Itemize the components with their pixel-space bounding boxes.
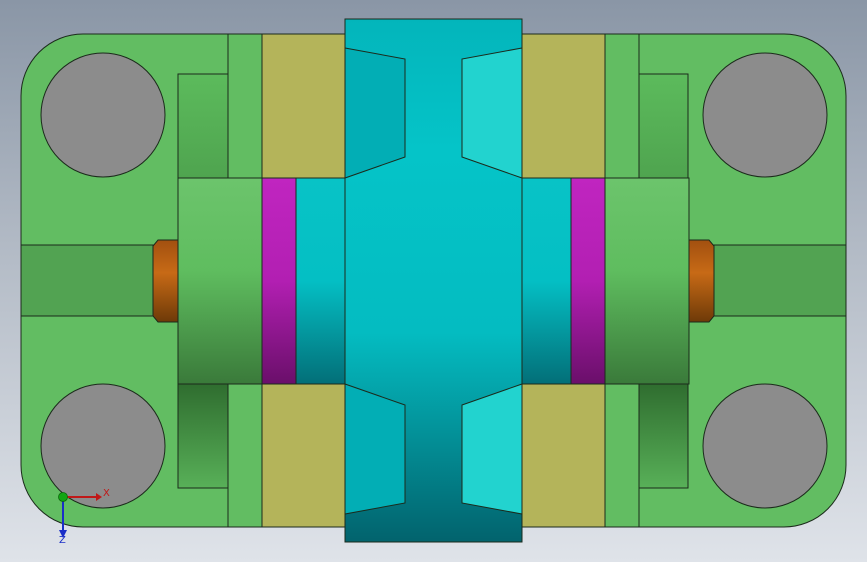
left-upper-inner-block	[227, 33, 263, 179]
hub-pocket-top-right	[461, 47, 523, 179]
left-cylinder[interactable]	[177, 177, 263, 385]
right-lower-slot	[638, 383, 689, 489]
bolt-hole-top-right[interactable]	[702, 52, 828, 178]
bolt-hole-top-left[interactable]	[40, 52, 166, 178]
left-lower-plate[interactable]	[261, 383, 346, 528]
left-lower-slot	[177, 383, 229, 489]
right-cylinder[interactable]	[604, 177, 690, 385]
right-lower-plate[interactable]	[521, 383, 606, 528]
bolt-hole-bottom-right[interactable]	[702, 383, 828, 509]
hub-pocket-top-left	[344, 47, 406, 179]
z-axis-label: Z	[59, 535, 66, 546]
right-upper-plate[interactable]	[521, 33, 606, 179]
left-channel	[20, 244, 154, 317]
right-upper-slot	[638, 73, 689, 179]
assembly-drawing[interactable]: X Z	[0, 0, 867, 562]
left-upper-slot	[177, 73, 229, 179]
right-channel	[713, 244, 847, 317]
y-axis-dot	[58, 492, 68, 502]
hub-pocket-bottom-left	[344, 383, 406, 515]
left-copper-plug[interactable]	[152, 239, 179, 323]
right-lower-inner-block	[604, 383, 640, 528]
right-upper-inner-block	[604, 33, 640, 179]
left-cyan-sleeve[interactable]	[295, 177, 346, 385]
hub-pocket-bottom-right	[461, 383, 523, 515]
cad-viewport[interactable]: X Z	[0, 0, 867, 562]
left-lower-inner-block	[227, 383, 263, 528]
right-magenta-ring[interactable]	[570, 177, 606, 385]
left-magenta-ring[interactable]	[261, 177, 297, 385]
right-cyan-sleeve[interactable]	[521, 177, 572, 385]
right-copper-plug[interactable]	[688, 239, 715, 323]
left-upper-plate[interactable]	[261, 33, 346, 179]
x-axis-label: X	[103, 488, 110, 499]
